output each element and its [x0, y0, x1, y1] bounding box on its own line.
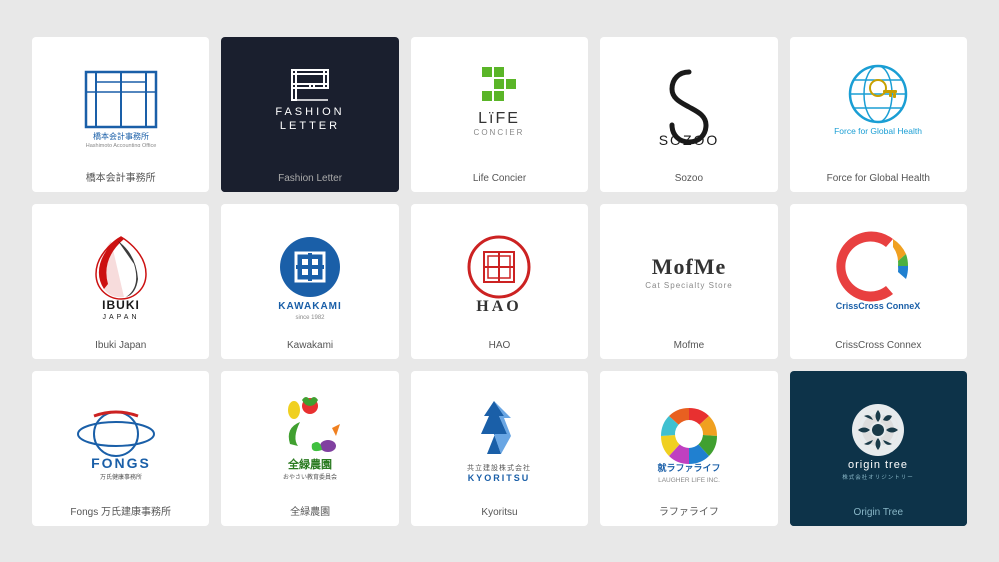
svg-text:全緑農園: 全緑農園: [287, 457, 332, 471]
logo-card-kyoritsu[interactable]: 共立建設株式会社 KYORITSU Kyoritsu: [411, 371, 588, 526]
logo-image-kawakami: KAWAKAMI since 1982: [221, 204, 398, 334]
svg-text:MofMe: MofMe: [652, 254, 727, 279]
logo-label-mofme: Mofme: [670, 334, 709, 359]
logo-card-sozoo[interactable]: SOZOO SOZOO Sozoo: [600, 37, 777, 192]
logo-grid: 橋本会計事務所 Hashimoto Accounting Office 橋本会計…: [0, 9, 999, 554]
logo-label-fongs: Fongs 万氏建康事務所: [66, 501, 175, 526]
logo-image-mofme: MofMe Cat Specialty Store: [600, 204, 777, 334]
svg-text:origin tree: origin tree: [848, 459, 908, 471]
logo-card-hashimoto[interactable]: 橋本会計事務所 Hashimoto Accounting Office 橋本会計…: [32, 37, 209, 192]
logo-label-fashion-letter: Fashion Letter: [221, 167, 398, 192]
logo-label-origin-tree: Origin Tree: [790, 501, 967, 526]
logo-card-mofme[interactable]: MofMe Cat Specialty Store Mofme: [600, 204, 777, 359]
logo-image-force-global-health: Force for Global Health: [790, 37, 967, 167]
svg-text:Hashimoto Accounting Office: Hashimoto Accounting Office: [85, 143, 156, 147]
logo-image-life-concier: LïFE CONCIER: [411, 37, 588, 167]
logo-card-laugher-life[interactable]: 就ラファライフ LAUGHER LIFE INC. ラファライフ: [600, 371, 777, 526]
svg-text:就ラファライフ: 就ラファライフ: [657, 462, 720, 473]
logo-image-ibuki-japan: IBUKI JAPAN: [32, 204, 209, 334]
svg-text:株式会社オリジントリー: 株式会社オリジントリー: [843, 473, 915, 481]
logo-card-life-concier[interactable]: LïFE CONCIER Life Concier: [411, 37, 588, 192]
logo-image-laugher-life: 就ラファライフ LAUGHER LIFE INC.: [600, 371, 777, 501]
svg-text:共立建設株式会社: 共立建設株式会社: [467, 463, 531, 472]
logo-label-sozoo: Sozoo: [671, 167, 707, 192]
svg-text:FONGS: FONGS: [91, 455, 151, 471]
logo-image-fashion-letter: FASHION LETTER: [221, 37, 398, 167]
logo-label-laugher-life: ラファライフ: [655, 501, 723, 526]
logo-image-kyoritsu: 共立建設株式会社 KYORITSU: [411, 371, 588, 501]
svg-text:LAUGHER LIFE INC.: LAUGHER LIFE INC.: [658, 477, 720, 484]
logo-card-crisscross-connex[interactable]: CrissCross ConneX CrissCross Connex: [790, 204, 967, 359]
svg-text:橋本会計事務所: 橋本会計事務所: [93, 131, 149, 141]
svg-text:万氏健康事務所: 万氏健康事務所: [100, 473, 142, 481]
svg-text:IBUKI: IBUKI: [102, 298, 140, 312]
logo-image-zenroku: 全緑農園 おやさい教育委員会: [221, 371, 398, 501]
svg-text:CONCIER: CONCIER: [474, 128, 525, 137]
logo-card-kawakami[interactable]: KAWAKAMI since 1982 Kawakami: [221, 204, 398, 359]
logo-card-fongs[interactable]: FONGS 万氏健康事務所 Fongs 万氏建康事務所: [32, 371, 209, 526]
svg-text:LETTER: LETTER: [280, 120, 340, 132]
logo-image-crisscross-connex: CrissCross ConneX: [790, 204, 967, 334]
logo-card-zenroku[interactable]: 全緑農園 おやさい教育委員会 全緑農園: [221, 371, 398, 526]
logo-label-kawakami: Kawakami: [283, 334, 337, 359]
logo-label-zenroku: 全緑農園: [286, 501, 334, 526]
svg-text:SOZOO: SOZOO: [659, 132, 720, 147]
logo-image-hashimoto: 橋本会計事務所 Hashimoto Accounting Office: [32, 37, 209, 167]
logo-label-ibuki-japan: Ibuki Japan: [91, 334, 150, 359]
svg-text:FASHION: FASHION: [275, 106, 344, 118]
svg-text:CrissCross ConneX: CrissCross ConneX: [836, 301, 921, 311]
logo-label-force-global-health: Force for Global Health: [823, 167, 934, 192]
logo-card-hao[interactable]: HAO HAO: [411, 204, 588, 359]
logo-image-sozoo: SOZOO SOZOO: [600, 37, 777, 167]
svg-text:JAPAN: JAPAN: [102, 314, 139, 319]
logo-card-force-global-health[interactable]: Force for Global Health Force for Global…: [790, 37, 967, 192]
logo-card-ibuki-japan[interactable]: IBUKI JAPAN Ibuki Japan: [32, 204, 209, 359]
logo-image-hao: HAO: [411, 204, 588, 334]
svg-text:おやさい教育委員会: おやさい教育委員会: [283, 473, 337, 481]
logo-card-fashion-letter[interactable]: FASHION LETTER Fashion Letter: [221, 37, 398, 192]
svg-text:Force for Global Health: Force for Global Health: [834, 126, 922, 136]
svg-text:HAO: HAO: [477, 298, 522, 315]
logo-label-hashimoto: 橋本会計事務所: [82, 167, 160, 192]
logo-image-fongs: FONGS 万氏健康事務所: [32, 371, 209, 501]
logo-image-origin-tree: origin tree 株式会社オリジントリー: [790, 371, 967, 501]
svg-text:Cat Specialty Store: Cat Specialty Store: [645, 281, 732, 290]
svg-text:KAWAKAMI: KAWAKAMI: [278, 301, 342, 312]
logo-label-life-concier: Life Concier: [469, 167, 530, 192]
logo-label-kyoritsu: Kyoritsu: [477, 501, 521, 526]
svg-text:LïFE: LïFE: [479, 110, 521, 127]
logo-label-crisscross-connex: CrissCross Connex: [831, 334, 925, 359]
svg-text:since 1982: since 1982: [296, 315, 326, 319]
logo-card-origin-tree[interactable]: origin tree 株式会社オリジントリー Origin Tree: [790, 371, 967, 526]
svg-text:KYORITSU: KYORITSU: [468, 473, 531, 483]
logo-label-hao: HAO: [485, 334, 515, 359]
